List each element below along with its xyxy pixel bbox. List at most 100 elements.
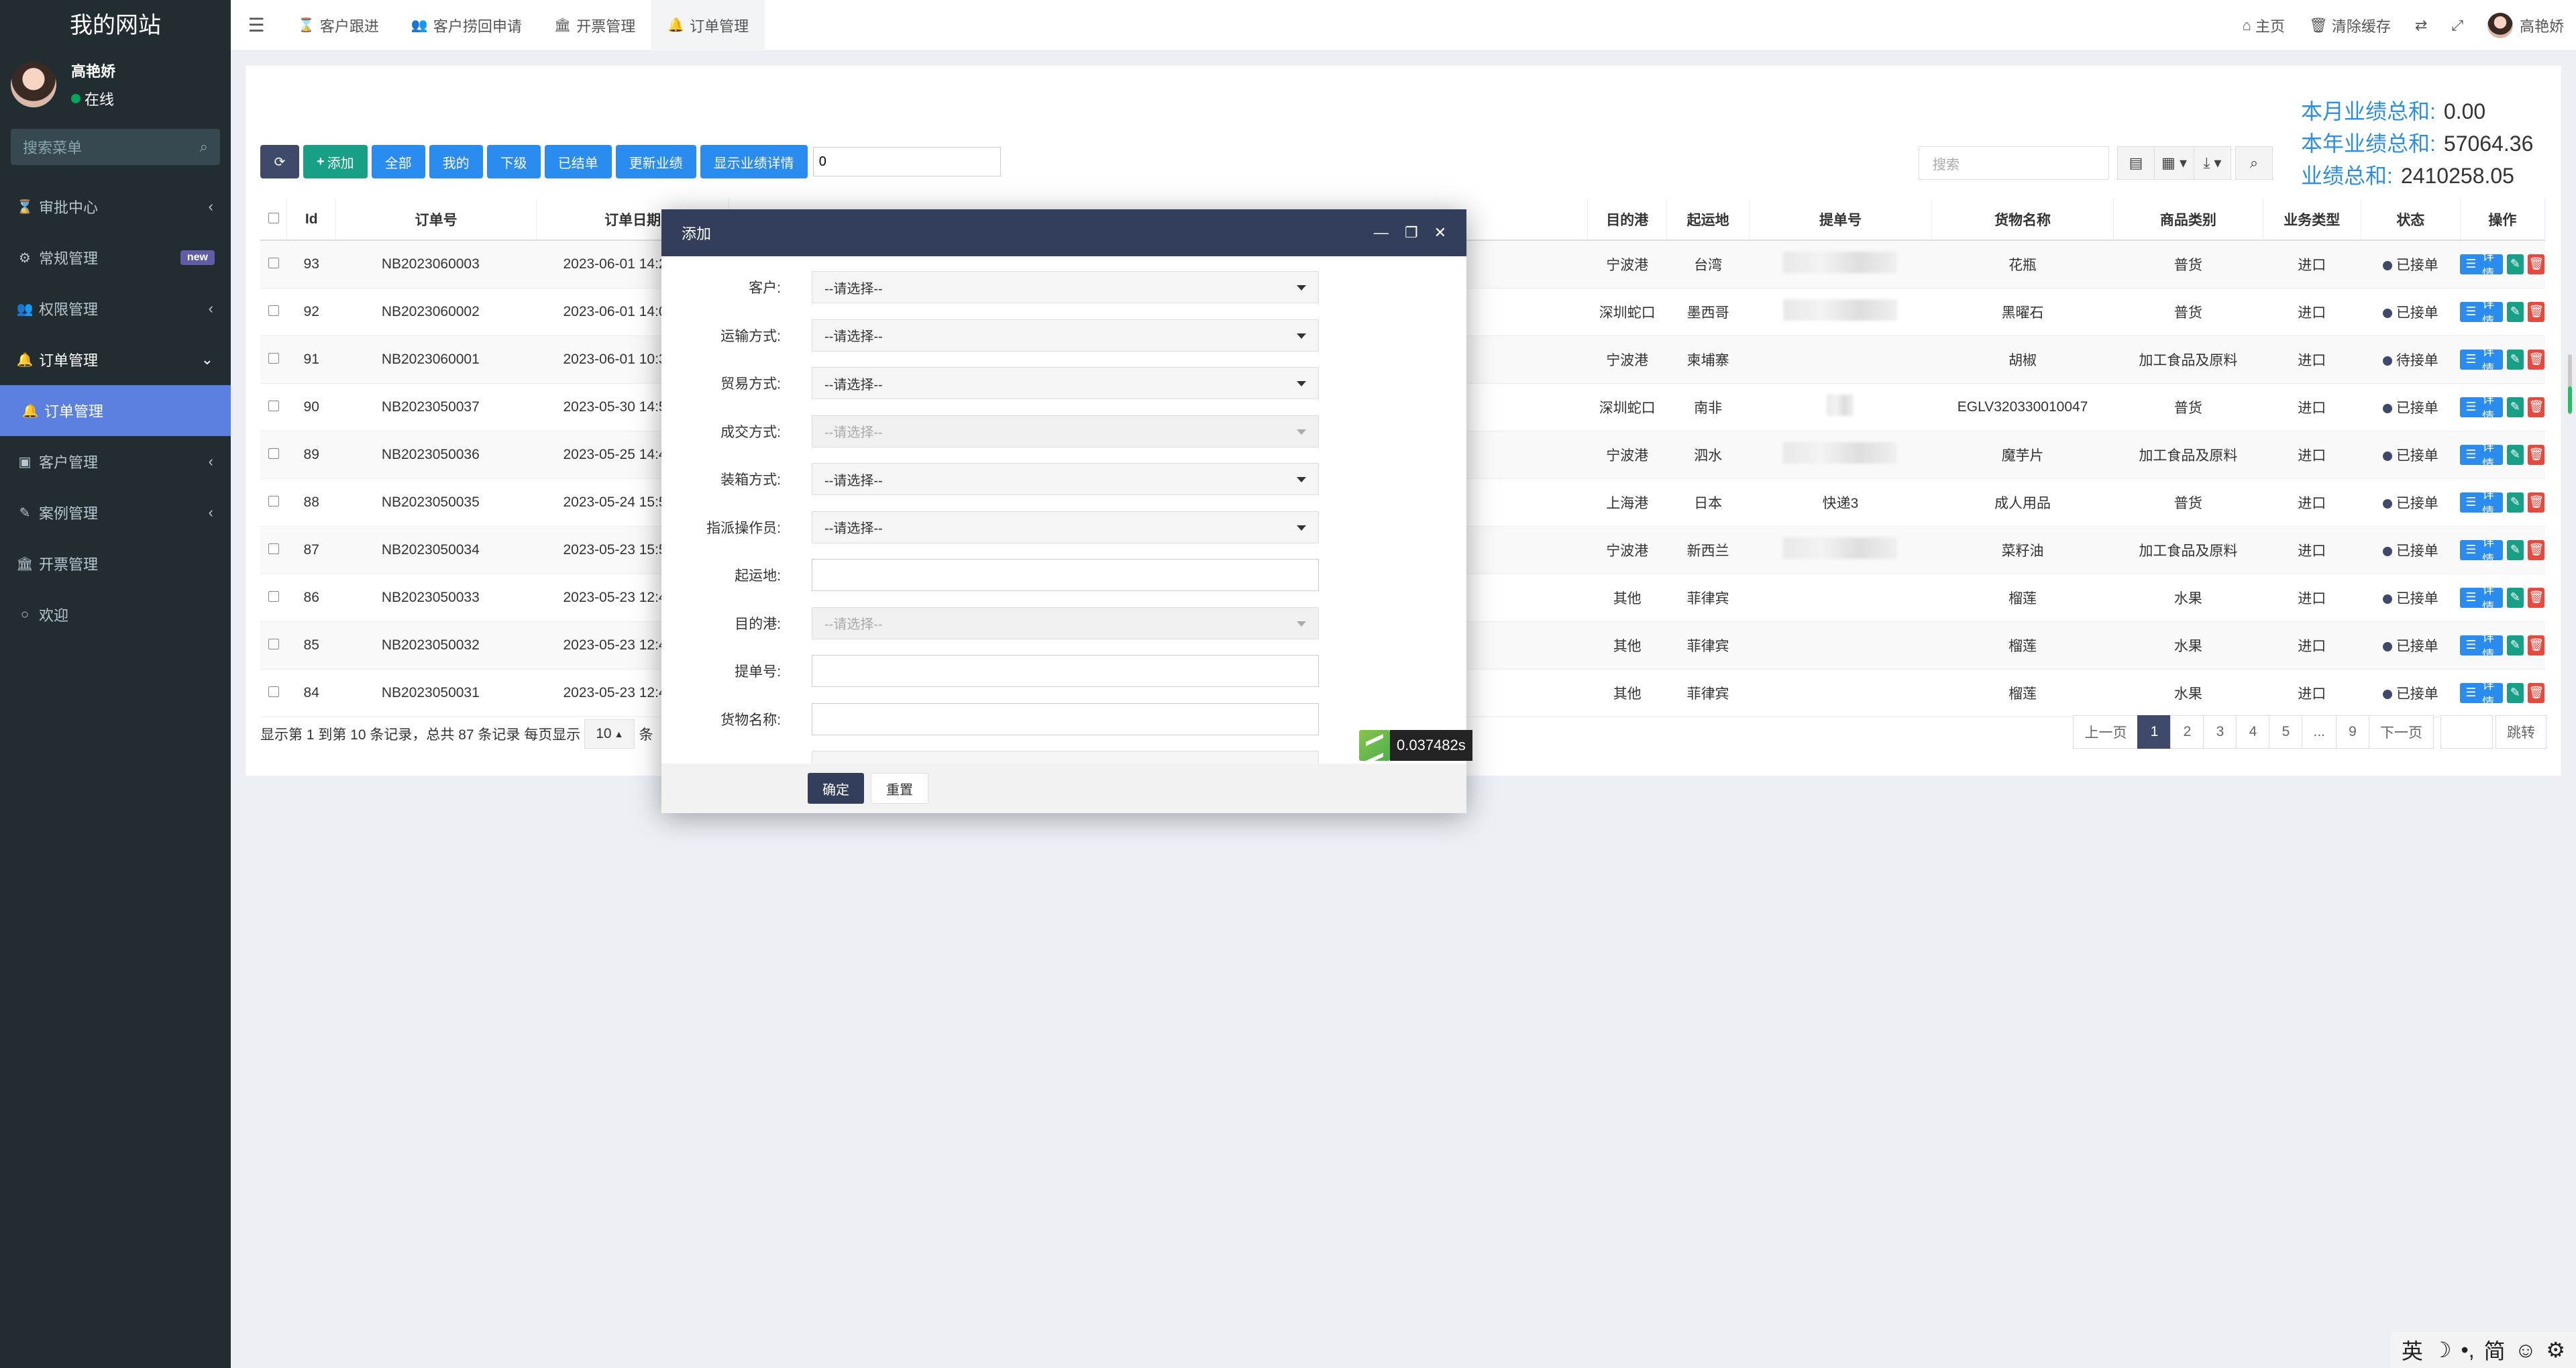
detail-button[interactable]: ☰ 详情 <box>2460 535 2503 566</box>
detail-button[interactable]: ☰ 详情 <box>2460 440 2503 471</box>
sidebar-search-input[interactable]: 搜索菜单 ⌕ <box>11 129 220 165</box>
edit-icon[interactable]: ✎ <box>2506 682 2524 703</box>
detail-button[interactable]: ☰ 详情 <box>2460 297 2503 328</box>
sidebar-item-0[interactable]: ⌛ 审批中心 ‹ <box>0 181 231 232</box>
col-status[interactable]: 状态 <box>2361 199 2461 241</box>
filter-sub-button[interactable]: 下级 <box>486 145 541 178</box>
sidebar-item-7[interactable]: 🏛 开票管理 <box>0 538 231 589</box>
select-all-checkbox-cell[interactable] <box>260 199 288 241</box>
jump-page-input[interactable] <box>2440 715 2493 749</box>
row-checkbox[interactable] <box>268 305 279 316</box>
punctuation-icon[interactable]: •, <box>2461 1338 2475 1363</box>
detail-button[interactable]: ☰ 详情 <box>2460 392 2503 423</box>
detail-button[interactable]: ☰ 详情 <box>2460 678 2503 709</box>
delete-icon[interactable]: 🗑 <box>2528 539 2545 560</box>
sidebar-item-4[interactable]: 🔔 订单管理 <box>0 385 231 436</box>
row-checkbox-cell[interactable] <box>260 288 287 336</box>
refresh-button[interactable]: ⟳ <box>260 145 299 178</box>
edit-icon[interactable]: ✎ <box>2506 444 2524 465</box>
form-select[interactable]: --请选择-- <box>812 511 1319 543</box>
tab-2[interactable]: 🏛 开票管理 <box>538 0 651 51</box>
sidebar-item-8[interactable]: ○ 欢迎 <box>0 589 231 640</box>
edit-icon[interactable]: ✎ <box>2506 539 2524 560</box>
add-button[interactable]: + 添加 <box>303 145 368 178</box>
user-menu[interactable]: 高艳娇 <box>2475 12 2576 38</box>
delete-icon[interactable]: 🗑 <box>2528 635 2545 655</box>
row-checkbox[interactable] <box>268 590 279 602</box>
page-button[interactable]: 2 <box>2170 715 2204 749</box>
tab-0[interactable]: ⌛ 客户跟进 <box>282 0 395 51</box>
ime-lang-toggle[interactable]: 英 <box>2402 1334 2423 1365</box>
row-checkbox-cell[interactable] <box>260 478 287 527</box>
delete-icon[interactable]: 🗑 <box>2528 301 2545 322</box>
export-button[interactable]: ⤓ ▾ <box>2194 146 2231 180</box>
toggle-view-button[interactable]: ▤ <box>2117 146 2155 180</box>
ime-settings-icon[interactable]: ⚙ <box>2546 1337 2565 1363</box>
maximize-icon[interactable]: ❐ <box>1405 224 1418 242</box>
tab-3[interactable]: 🔔 订单管理 <box>651 0 765 51</box>
fullscreen-icon[interactable]: ⤢ <box>2439 17 2475 34</box>
page-button[interactable]: 9 <box>2336 715 2369 749</box>
col-dest-port[interactable]: 目的港 <box>1587 199 1668 241</box>
dialog-header[interactable]: 添加 — ❐ ✕ <box>661 209 1466 256</box>
row-checkbox-cell[interactable] <box>260 431 287 479</box>
tab-1[interactable]: 👥 客户捞回申请 <box>395 0 538 51</box>
home-link[interactable]: ⌂ 主页 <box>2231 15 2297 36</box>
trace-timer[interactable]: 0.037482s <box>1359 730 1472 761</box>
form-select[interactable]: --请选择-- <box>812 319 1319 352</box>
detail-button[interactable]: ☰ 详情 <box>2460 250 2503 280</box>
ime-simplified-toggle[interactable]: 简 <box>2484 1334 2506 1365</box>
prev-page-button[interactable]: 上一页 <box>2073 715 2139 749</box>
columns-button[interactable]: ▦ ▾ <box>2154 146 2194 180</box>
row-checkbox[interactable] <box>268 638 279 649</box>
delete-icon[interactable]: 🗑 <box>2528 349 2545 370</box>
delete-icon[interactable]: 🗑 <box>2528 587 2545 608</box>
edit-icon[interactable]: ✎ <box>2506 349 2524 370</box>
row-checkbox-cell[interactable] <box>260 240 287 288</box>
edit-icon[interactable]: ✎ <box>2506 587 2524 608</box>
col-category[interactable]: 商品类别 <box>2113 199 2263 241</box>
page-button[interactable]: 1 <box>2137 715 2171 749</box>
detail-button[interactable]: ☰ 详情 <box>2460 488 2503 519</box>
filter-settled-button[interactable]: 已结单 <box>544 145 612 178</box>
col-order-no[interactable]: 订单号 <box>335 199 537 241</box>
page-button[interactable]: 4 <box>2236 715 2270 749</box>
confirm-button[interactable]: 确定 <box>808 773 864 804</box>
row-checkbox[interactable] <box>268 257 279 268</box>
page-button[interactable]: 3 <box>2203 715 2237 749</box>
row-checkbox-cell[interactable] <box>260 669 287 717</box>
edit-icon[interactable]: ✎ <box>2506 254 2524 274</box>
delete-icon[interactable]: 🗑 <box>2528 254 2545 274</box>
form-input[interactable] <box>812 702 1319 735</box>
filter-all-button[interactable]: 全部 <box>371 145 425 178</box>
next-page-button[interactable]: 下一页 <box>2369 715 2434 749</box>
row-checkbox[interactable] <box>268 495 279 507</box>
delete-icon[interactable]: 🗑 <box>2528 397 2545 417</box>
emoji-icon[interactable]: ☺ <box>2515 1338 2537 1363</box>
col-origin[interactable]: 起运地 <box>1666 199 1750 241</box>
detail-button[interactable]: ☰ 详情 <box>2460 345 2503 376</box>
row-checkbox-cell[interactable] <box>260 574 287 622</box>
delete-icon[interactable]: 🗑 <box>2528 682 2545 703</box>
sidebar-item-2[interactable]: 👥 权限管理 ‹ <box>0 283 231 334</box>
row-checkbox[interactable] <box>268 400 279 411</box>
page-button[interactable]: 5 <box>2269 715 2303 749</box>
form-select[interactable]: --请选择-- <box>812 367 1319 399</box>
clear-cache-button[interactable]: 🗑 清除缓存 <box>2297 15 2403 36</box>
detail-button[interactable]: ☰ 详情 <box>2460 631 2503 662</box>
language-icon[interactable]: ⇄ <box>2403 17 2439 34</box>
col-biz-type[interactable]: 业务类型 <box>2263 199 2361 241</box>
filter-mine-button[interactable]: 我的 <box>429 145 483 178</box>
edit-icon[interactable]: ✎ <box>2506 635 2524 655</box>
col-goods[interactable]: 货物名称 <box>1931 199 2114 241</box>
form-select-partial[interactable] <box>812 751 1319 764</box>
row-checkbox[interactable] <box>268 543 279 554</box>
page-size-select[interactable]: 10 ▲ <box>584 719 635 749</box>
col-id[interactable]: Id <box>286 199 337 241</box>
row-checkbox-cell[interactable] <box>260 526 287 574</box>
edit-icon[interactable]: ✎ <box>2506 301 2524 322</box>
moon-icon[interactable]: ☽ <box>2432 1337 2452 1363</box>
delete-icon[interactable]: 🗑 <box>2528 444 2545 465</box>
detail-button[interactable]: ☰ 详情 <box>2460 583 2503 614</box>
form-input[interactable] <box>812 559 1319 591</box>
